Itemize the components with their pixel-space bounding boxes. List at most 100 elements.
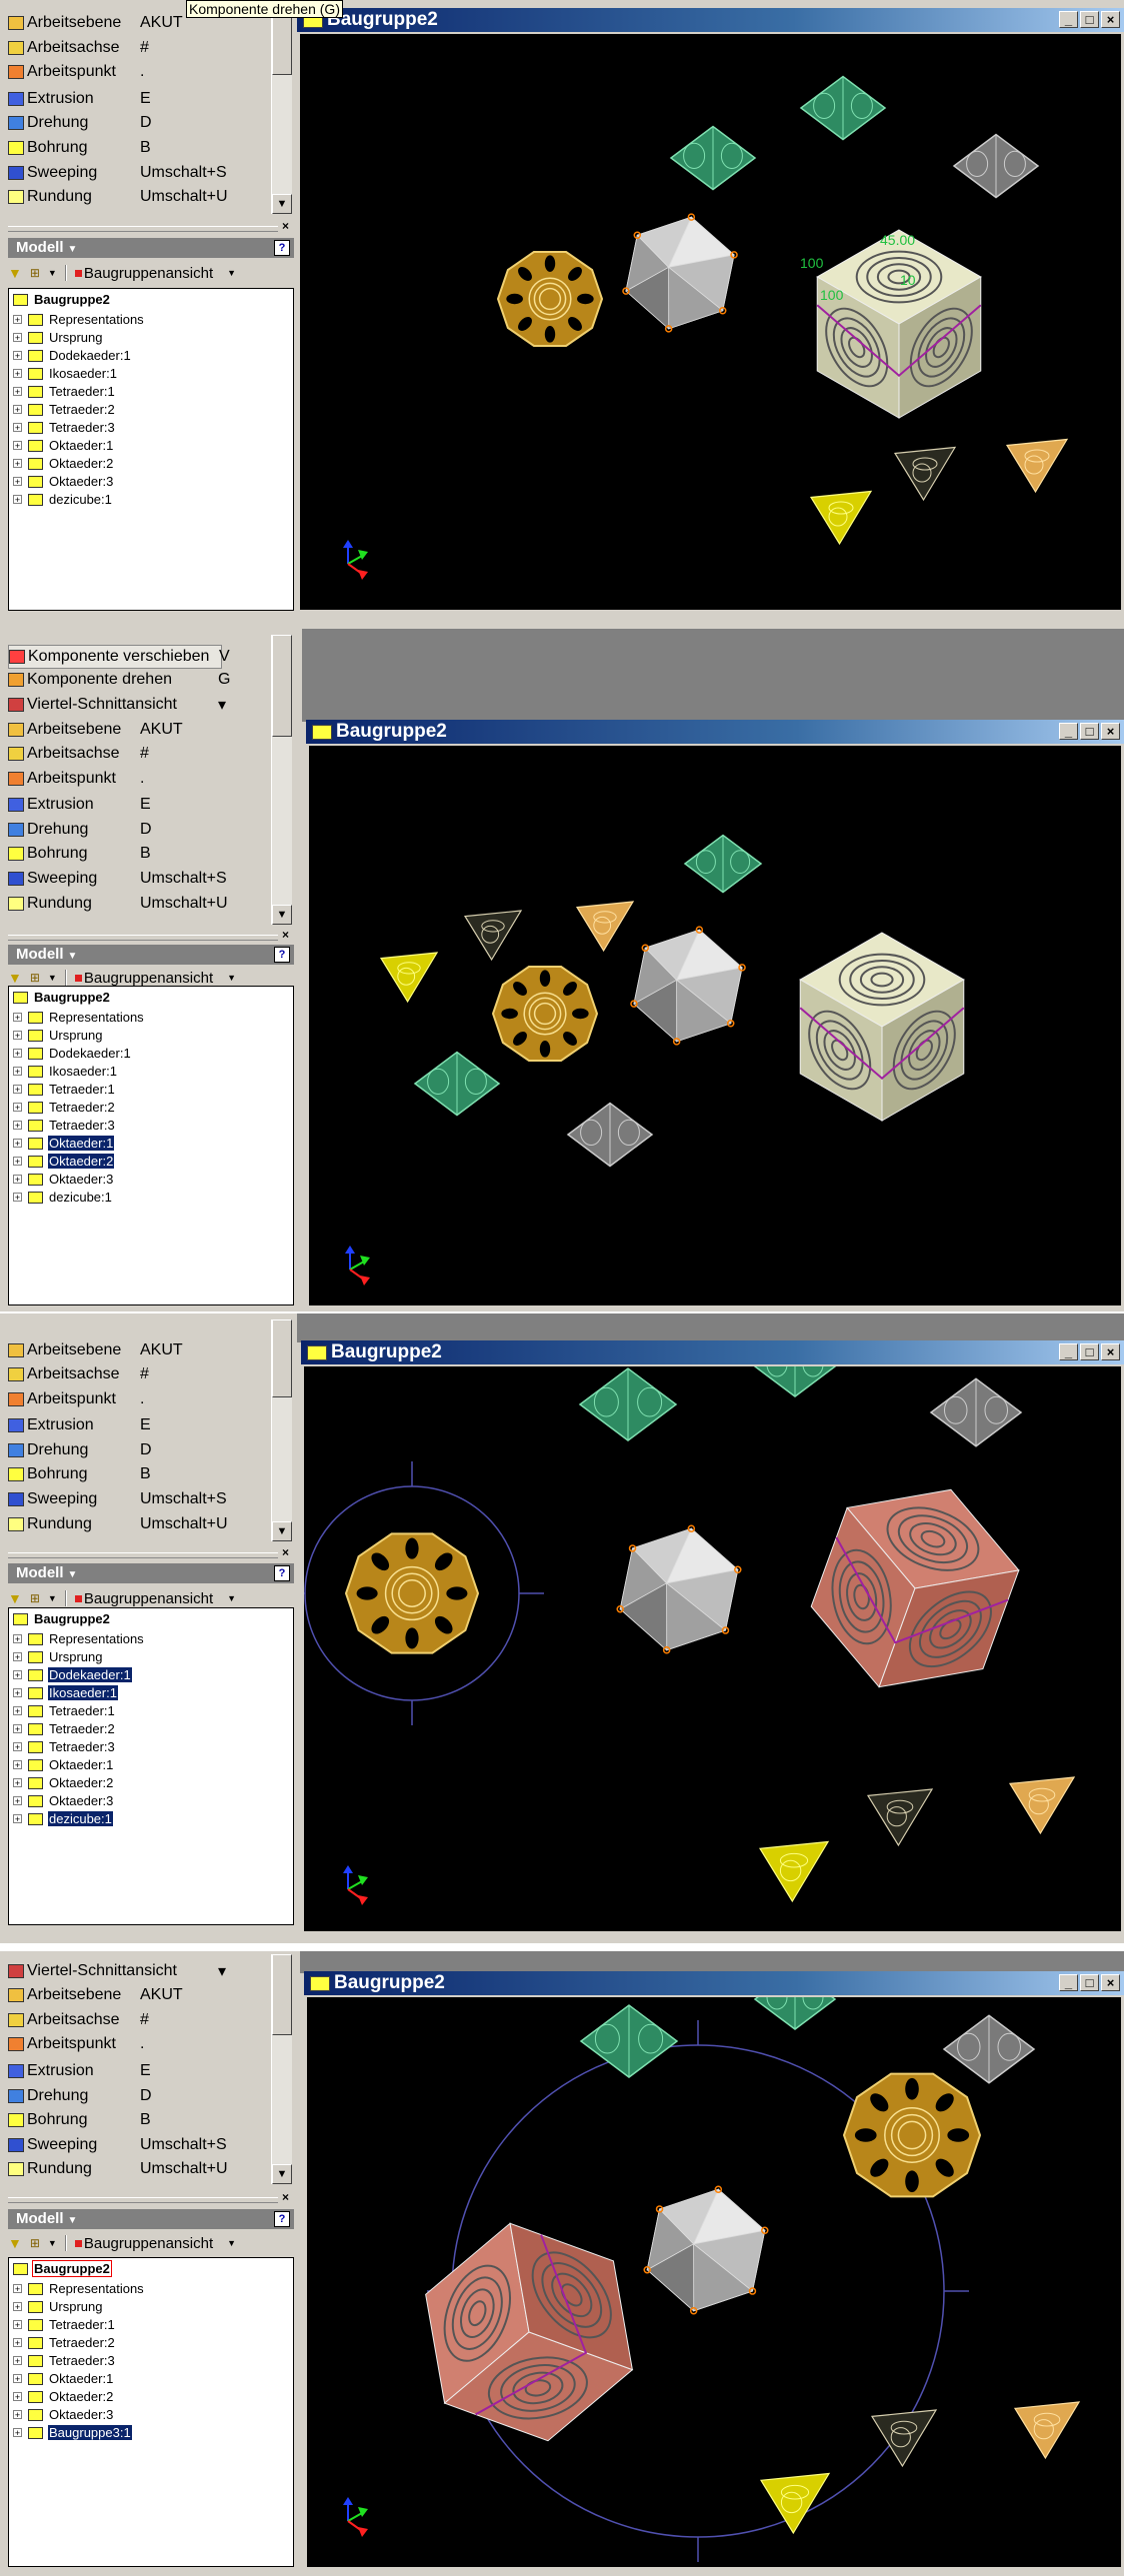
tree-item[interactable]: + Oktaeder:1 (13, 1135, 115, 1152)
expand-icon[interactable]: + (13, 351, 22, 361)
tree-item[interactable]: + Dodekaeder:1 (13, 347, 132, 364)
expand-icon[interactable]: + (13, 1724, 22, 1734)
expand-icon[interactable]: + (13, 459, 22, 469)
menu-item-arbeitsachse[interactable]: Arbeitsachse # (8, 743, 149, 765)
minimize-button[interactable]: _ (1059, 1974, 1078, 1991)
expand-icon[interactable]: + (13, 1175, 22, 1185)
tree-item[interactable]: + Oktaeder:1 (13, 1756, 114, 1773)
tree-item[interactable]: + Dodekaeder:1 (13, 1666, 132, 1683)
expand-icon[interactable]: + (13, 1103, 22, 1113)
chevron-down-icon[interactable]: ▼ (227, 1593, 236, 1603)
tree-item[interactable]: + Tetraeder:2 (13, 401, 116, 418)
modell-dropdown[interactable]: Modell ▼? (8, 2209, 294, 2229)
tree-item[interactable]: + dezicube:1 (13, 1810, 113, 1827)
expand-icon[interactable]: + (13, 1742, 22, 1752)
expand-icon[interactable]: + (13, 2428, 22, 2438)
tree-root-node[interactable]: Baugruppe2 (13, 291, 111, 308)
tree-item[interactable]: + Ikosaeder:1 (13, 1063, 118, 1080)
menu-item-arbeitsebene[interactable]: Arbeitsebene AKUT (8, 1984, 183, 2006)
menu-item-arbeitsachse[interactable]: Arbeitsachse # (8, 1363, 149, 1385)
tree-root-node[interactable]: Baugruppe2 (13, 989, 111, 1006)
filter-icon[interactable]: ▼ (8, 1590, 22, 1606)
expand-icon[interactable]: + (13, 423, 22, 433)
expand-icon[interactable]: + (13, 2320, 22, 2330)
panel-close-button[interactable]: × (282, 219, 289, 233)
menu-item-arbeitsebene[interactable]: Arbeitsebene AKUT (8, 1339, 183, 1361)
tree-item[interactable]: + Oktaeder:2 (13, 2388, 114, 2405)
tree-item[interactable]: + dezicube:1 (13, 1189, 113, 1206)
minimize-button[interactable]: _ (1059, 11, 1078, 28)
tree-item[interactable]: + Tetraeder:1 (13, 1081, 116, 1098)
panel-grip[interactable] (8, 2197, 278, 2203)
3d-viewport[interactable] (307, 1997, 1121, 2567)
menu-item-bohrung[interactable]: Bohrung B (8, 2109, 151, 2131)
tree-item[interactable]: + Oktaeder:3 (13, 1792, 114, 1809)
menu-item-bohrung[interactable]: Bohrung B (8, 1463, 151, 1485)
tree-item[interactable]: + Ursprung (13, 1027, 103, 1044)
tree-item[interactable]: + Oktaeder:2 (13, 1153, 115, 1170)
expand-icon[interactable]: + (13, 2374, 22, 2384)
panel-close-button[interactable]: × (282, 1545, 289, 1559)
3d-viewport[interactable]: 100 45.00 10 100 (300, 34, 1121, 610)
tree-item[interactable]: + Ursprung (13, 2298, 103, 2315)
expand-icon[interactable]: + (13, 2410, 22, 2420)
tree-item[interactable]: + Tetraeder:2 (13, 1720, 116, 1737)
chevron-down-icon[interactable]: ▼ (227, 2238, 236, 2248)
chevron-down-icon[interactable]: ▼ (227, 268, 236, 278)
panel-grip[interactable] (8, 226, 278, 232)
menu-item-bohrung[interactable]: Bohrung B (8, 843, 151, 865)
chevron-down-icon[interactable]: ▼ (48, 1593, 57, 1603)
menu-item-drehung[interactable]: Drehung D (8, 112, 152, 134)
tree-item[interactable]: + Ursprung (13, 329, 103, 346)
3d-viewport[interactable] (309, 746, 1121, 1305)
expand-icon[interactable]: + (13, 1157, 22, 1167)
expand-icon[interactable]: + (13, 1652, 22, 1662)
maximize-button[interactable]: □ (1080, 1343, 1099, 1360)
expand-icon[interactable]: + (13, 1193, 22, 1203)
assembly-view-dropdown[interactable]: Baugruppenansicht (74, 265, 213, 282)
expand-icon[interactable]: + (13, 495, 22, 505)
tree-item[interactable]: + Ikosaeder:1 (13, 1684, 118, 1701)
window-titlebar[interactable]: Baugruppe2 _ □ × (304, 1971, 1124, 1995)
tree-item[interactable]: + Tetraeder:3 (13, 2352, 116, 2369)
tree-item[interactable]: + Tetraeder:1 (13, 2316, 116, 2333)
chevron-down-icon[interactable]: ▼ (48, 2238, 57, 2248)
assembly-view-dropdown[interactable]: Baugruppenansicht (74, 1590, 213, 1607)
menu-item-rundung[interactable]: Rundung Umschalt+U (8, 1513, 228, 1535)
expand-icon[interactable]: + (13, 441, 22, 451)
tree-item[interactable]: + Tetraeder:1 (13, 1702, 116, 1719)
close-button[interactable]: × (1101, 1974, 1120, 1991)
tree-item[interactable]: + Representations (13, 1630, 145, 1647)
model-browser-tree[interactable]: Baugruppe2 + Representations + Ursprung + Dode… (8, 986, 294, 1305)
assembly-view-dropdown[interactable]: Baugruppenansicht (74, 970, 213, 987)
3d-viewport[interactable] (304, 1366, 1121, 1931)
expand-icon[interactable]: + (13, 477, 22, 487)
scroll-down-button[interactable]: ▼ (272, 194, 292, 214)
expand-icon[interactable]: + (13, 2338, 22, 2348)
menu-item-extrusion[interactable]: Extrusion E (8, 2060, 151, 2082)
chevron-down-icon[interactable]: ▼ (227, 973, 236, 983)
expand-icon[interactable]: + (13, 1814, 22, 1824)
help-icon[interactable]: ? (274, 2211, 290, 2227)
expand-icon[interactable]: + (13, 1670, 22, 1680)
help-icon[interactable]: ? (274, 947, 290, 963)
menu-item-arbeitsebene[interactable]: Arbeitsebene AKUT (8, 719, 183, 741)
menu-item-rundung[interactable]: Rundung Umschalt+U (8, 186, 228, 208)
hierarchy-icon[interactable]: ⊞ (30, 266, 40, 280)
menu-item-arbeitspunkt[interactable]: Arbeitspunkt. (8, 768, 144, 790)
modell-dropdown[interactable]: Modell ▼? (8, 1563, 294, 1583)
panel-grip[interactable] (8, 935, 278, 941)
chevron-down-icon[interactable]: ▼ (48, 268, 57, 278)
close-button[interactable]: × (1101, 1343, 1120, 1360)
expand-icon[interactable]: + (13, 1139, 22, 1149)
expand-icon[interactable]: + (13, 1013, 22, 1023)
menu-item-sweeping[interactable]: Sweeping Umschalt+S (8, 2134, 227, 2156)
expand-icon[interactable]: + (13, 1031, 22, 1041)
menu-item-arbeitsebene[interactable]: Arbeitsebene AKUT (8, 12, 183, 34)
maximize-button[interactable]: □ (1080, 11, 1099, 28)
expand-icon[interactable]: + (13, 1796, 22, 1806)
tree-item[interactable]: + Representations (13, 1009, 145, 1026)
menu-item-viertel-schnittansicht[interactable]: Viertel-Schnittansicht ▾ (8, 1960, 226, 1982)
assembly-view-dropdown[interactable]: Baugruppenansicht (74, 2235, 213, 2252)
tree-root-node[interactable]: Baugruppe2 (13, 1610, 111, 1627)
